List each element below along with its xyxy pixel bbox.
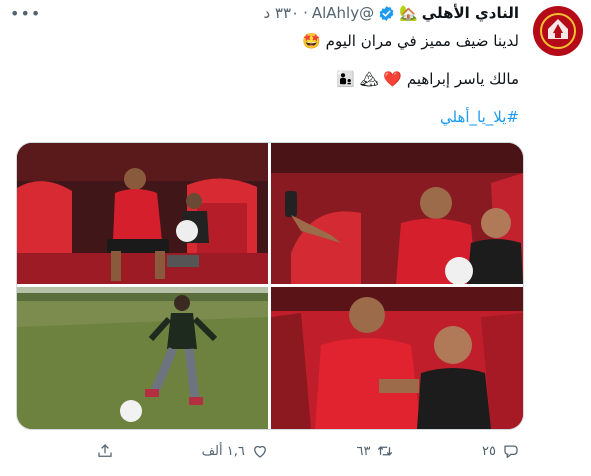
more-icon[interactable]: ••• <box>10 4 41 23</box>
username[interactable]: @AlAhly <box>312 4 374 22</box>
hashtag-link[interactable]: #يلا_يا_أهلي <box>440 108 519 126</box>
tweet-header: النادي الأهلي 🏡 @AlAhly · ٣٣٠ د <box>263 4 519 22</box>
photo-boy-kicking-ball-on-field[interactable] <box>17 287 268 429</box>
timestamp[interactable]: ٣٣٠ د <box>263 4 299 22</box>
reply-button[interactable]: ٢٥ <box>482 442 520 460</box>
like-button[interactable]: ١,٦ ألف <box>202 442 269 460</box>
retweet-count: ٦٣ <box>356 443 371 459</box>
photo-selfie-player-and-boy[interactable] <box>271 143 523 284</box>
tweet-actions: ٢٥ ٦٣ ١,٦ ألف <box>96 440 520 462</box>
tweet-text-line-2: مالك ياسر إبراهيم ❤️ 🏔 👨‍👦 <box>336 70 519 88</box>
house-emoji: 🏡 <box>399 4 418 22</box>
tweet[interactable]: النادي الأهلي 🏡 @AlAhly · ٣٣٠ د ••• لدين… <box>0 0 591 476</box>
retweet-button[interactable]: ٦٣ <box>356 442 394 460</box>
avatar[interactable] <box>533 6 583 56</box>
verified-badge-icon <box>379 5 394 21</box>
reply-count: ٢٥ <box>482 443 496 459</box>
ahly-logo-icon <box>540 13 576 49</box>
share-button[interactable] <box>96 442 114 460</box>
separator-dot: · <box>303 4 308 22</box>
tweet-text-line-1: لدينا ضيف مميز في مران اليوم 🤩 <box>302 32 519 50</box>
retweet-icon <box>378 446 393 456</box>
reply-icon <box>504 445 518 459</box>
share-icon <box>98 444 112 457</box>
photo-player-and-boy-closeup[interactable] <box>271 287 523 429</box>
like-count: ١,٦ ألف <box>201 443 245 459</box>
like-icon <box>253 445 266 458</box>
display-name[interactable]: النادي الأهلي <box>422 4 519 22</box>
media-grid <box>16 142 524 430</box>
photo-player-with-boy-on-bench[interactable] <box>17 143 268 284</box>
